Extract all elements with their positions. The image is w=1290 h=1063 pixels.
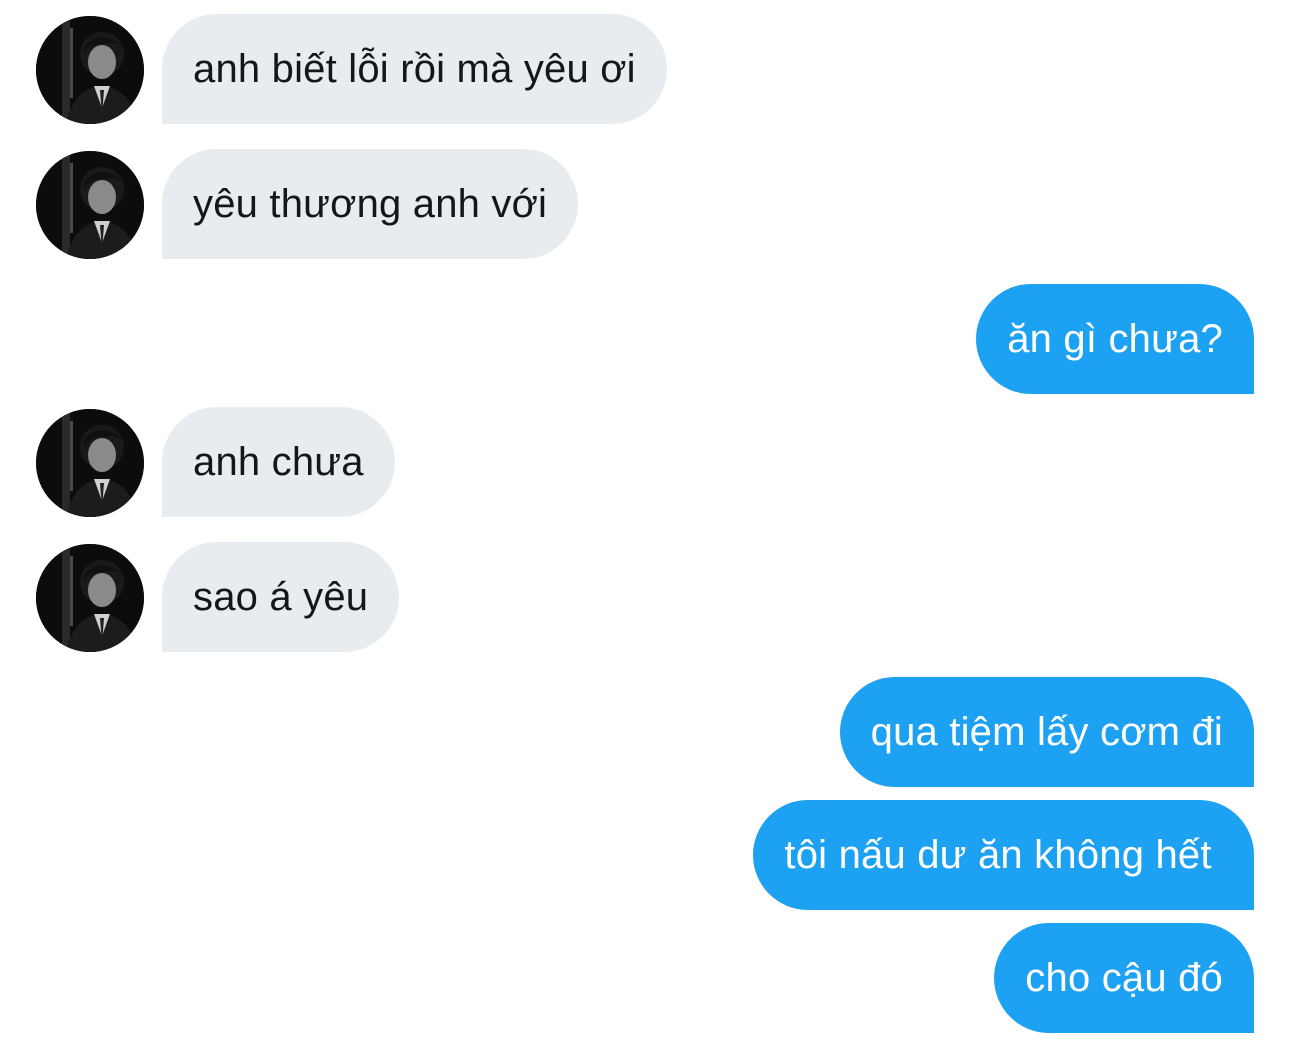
outgoing-message-bubble[interactable]: ăn gì chưa? <box>976 284 1254 394</box>
message-text: yêu thương anh với <box>193 182 548 226</box>
message-thread: anh biết lỗi rồi mà yêu ơi yêu thương an… <box>0 0 1290 1063</box>
avatar[interactable] <box>36 544 144 652</box>
incoming-message-bubble[interactable]: anh chưa <box>162 407 395 517</box>
message-row-incoming: sao á yêu <box>0 542 1290 654</box>
avatar[interactable] <box>36 151 144 259</box>
message-row-outgoing: tôi nấu dư ăn không hết <box>0 800 1290 912</box>
message-row-incoming: anh biết lỗi rồi mà yêu ơi <box>0 14 1290 126</box>
message-row-incoming: anh chưa <box>0 407 1290 519</box>
outgoing-message-bubble[interactable]: qua tiệm lấy cơm đi <box>839 677 1254 787</box>
incoming-message-bubble[interactable]: sao á yêu <box>162 542 400 652</box>
message-text: anh chưa <box>193 440 364 484</box>
profile-photo-icon <box>36 544 144 652</box>
message-text: ăn gì chưa? <box>1007 317 1223 361</box>
message-text: qua tiệm lấy cơm đi <box>870 710 1223 754</box>
message-text: sao á yêu <box>193 575 369 619</box>
message-row-outgoing: ăn gì chưa? <box>0 284 1290 396</box>
message-row-incoming: yêu thương anh với <box>0 149 1290 261</box>
outgoing-message-bubble[interactable]: tôi nấu dư ăn không hết <box>753 800 1254 910</box>
outgoing-message-bubble[interactable]: cho cậu đó <box>994 923 1254 1033</box>
incoming-message-bubble[interactable]: yêu thương anh với <box>162 149 579 259</box>
message-text: tôi nấu dư ăn không hết <box>784 833 1223 877</box>
profile-photo-icon <box>36 409 144 517</box>
profile-photo-icon <box>36 16 144 124</box>
message-text: cho cậu đó <box>1025 956 1223 1000</box>
avatar[interactable] <box>36 16 144 124</box>
message-row-outgoing: qua tiệm lấy cơm đi <box>0 677 1290 789</box>
message-text: anh biết lỗi rồi mà yêu ơi <box>193 47 636 91</box>
avatar[interactable] <box>36 409 144 517</box>
profile-photo-icon <box>36 151 144 259</box>
incoming-message-bubble[interactable]: anh biết lỗi rồi mà yêu ơi <box>162 14 667 124</box>
message-row-outgoing: cho cậu đó <box>0 923 1290 1035</box>
